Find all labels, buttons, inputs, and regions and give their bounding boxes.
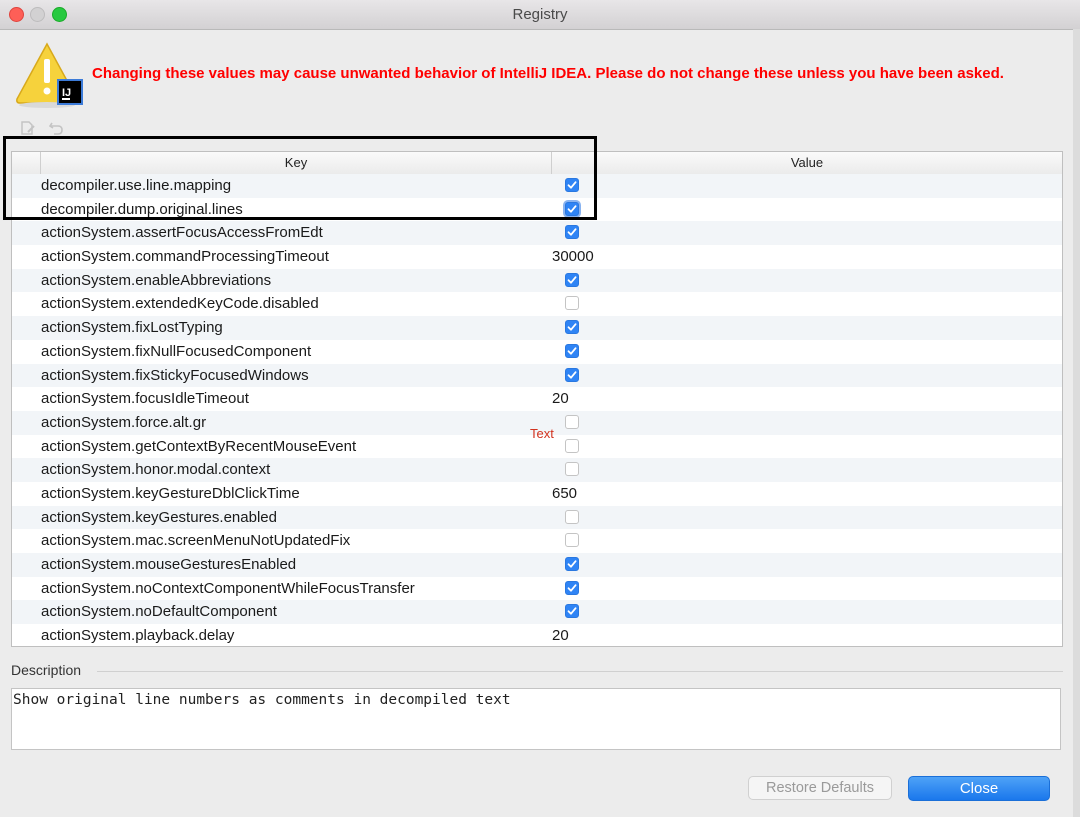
check-icon	[567, 347, 577, 355]
check-icon	[567, 323, 577, 331]
check-icon	[567, 560, 577, 568]
table-row[interactable]: actionSystem.enableAbbreviations	[12, 268, 1062, 293]
description-text: Show original line numbers as comments i…	[11, 688, 1061, 750]
table-body: decompiler.use.line.mapping decompiler.du…	[12, 174, 1062, 646]
description-label: Description	[11, 662, 82, 678]
table-row[interactable]: actionSystem.noDefaultComponent	[12, 600, 1062, 625]
registry-key: actionSystem.honor.modal.context	[41, 461, 271, 479]
check-icon	[567, 228, 577, 236]
checkbox-checked[interactable]	[565, 201, 579, 216]
checkbox-checked[interactable]	[565, 604, 579, 619]
table-row[interactable]: actionSystem.commandProcessingTimeout 300…	[12, 245, 1062, 269]
table-row[interactable]: decompiler.dump.original.lines	[12, 198, 1062, 222]
checkbox-checked[interactable]	[565, 178, 579, 192]
table-row[interactable]: actionSystem.mouseGesturesEnabled	[12, 553, 1062, 577]
table-row[interactable]: actionSystem.focusIdleTimeout 20	[12, 387, 1062, 411]
registry-key: actionSystem.playback.delay	[41, 627, 235, 645]
table-row[interactable]: decompiler.use.line.mapping	[12, 174, 1062, 198]
checkbox-checked[interactable]	[565, 272, 579, 287]
registry-key: actionSystem.focusIdleTimeout	[41, 390, 249, 408]
table-row[interactable]: actionSystem.fixStickyFocusedWindows	[12, 363, 1062, 388]
checkbox-checked[interactable]	[565, 225, 579, 240]
description-separator	[97, 671, 1063, 672]
table-row[interactable]: actionSystem.fixLostTyping	[12, 316, 1062, 340]
registry-key: actionSystem.keyGestureDblClickTime	[41, 484, 300, 502]
checkbox-checked[interactable]	[565, 557, 579, 571]
registry-value[interactable]: 650	[552, 485, 577, 502]
window-title: Registry	[512, 6, 568, 23]
registry-key: actionSystem.enableAbbreviations	[41, 271, 272, 289]
annotation-label: Text	[530, 426, 554, 441]
check-icon	[567, 370, 577, 379]
registry-key: actionSystem.keyGestures.enabled	[41, 508, 277, 526]
warning-icon: IJ	[16, 42, 83, 108]
table-row[interactable]: actionSystem.playback.delay 20	[12, 624, 1062, 646]
registry-value[interactable]: 20	[552, 627, 569, 644]
check-icon	[567, 607, 577, 615]
checkbox-unchecked[interactable]	[565, 296, 579, 311]
title-bar: Registry	[0, 0, 1080, 30]
checkbox-checked[interactable]	[565, 367, 579, 382]
registry-key: actionSystem.fixNullFocusedComponent	[41, 342, 312, 360]
table-row[interactable]: actionSystem.keyGestureDblClickTime 650	[12, 482, 1062, 506]
table-row[interactable]: actionSystem.noContextComponentWhileFocu…	[12, 577, 1062, 601]
edit-icon[interactable]	[20, 120, 36, 136]
registry-key: actionSystem.mac.screenMenuNotUpdatedFix	[41, 532, 351, 550]
revert-icon[interactable]	[48, 120, 64, 136]
check-icon	[567, 583, 577, 592]
table-row[interactable]: actionSystem.mac.screenMenuNotUpdatedFix	[12, 529, 1062, 553]
column-header-key[interactable]: Key	[40, 152, 552, 174]
registry-key: actionSystem.assertFocusAccessFromEdt	[41, 224, 323, 242]
checkbox-unchecked[interactable]	[565, 414, 579, 429]
table-row[interactable]: actionSystem.extendedKeyCode.disabled	[12, 292, 1062, 316]
column-header-value[interactable]: Value	[552, 152, 1062, 174]
table-row[interactable]: actionSystem.fixNullFocusedComponent	[12, 340, 1062, 364]
registry-table[interactable]: Key Value decompiler.use.line.mapping dec…	[11, 151, 1063, 647]
table-row[interactable]: actionSystem.honor.modal.context	[12, 458, 1062, 482]
table-row[interactable]: actionSystem.assertFocusAccessFromEdt	[12, 221, 1062, 246]
svg-text:IJ: IJ	[62, 87, 71, 99]
table-header: Key Value	[12, 152, 1062, 175]
registry-key: actionSystem.commandProcessingTimeout	[41, 248, 329, 266]
registry-value[interactable]: 20	[552, 390, 569, 407]
registry-key: actionSystem.noContextComponentWhileFocu…	[41, 579, 415, 597]
restore-defaults-button[interactable]: Restore Defaults	[748, 776, 892, 800]
checkbox-checked[interactable]	[565, 580, 579, 595]
checkbox-unchecked[interactable]	[565, 509, 579, 524]
registry-value[interactable]: 30000	[552, 248, 594, 265]
check-icon	[567, 181, 577, 189]
registry-key: actionSystem.fixStickyFocusedWindows	[41, 366, 309, 384]
registry-key: actionSystem.noDefaultComponent	[41, 603, 277, 621]
window-edge	[1073, 29, 1080, 817]
registry-key: actionSystem.extendedKeyCode.disabled	[41, 295, 319, 313]
registry-key: actionSystem.getContextByRecentMouseEven…	[41, 437, 357, 455]
close-button[interactable]: Close	[908, 776, 1050, 801]
warning-message: Changing these values may cause unwanted…	[92, 65, 1004, 82]
checkbox-unchecked[interactable]	[565, 533, 579, 548]
registry-key: actionSystem.mouseGesturesEnabled	[41, 556, 297, 573]
checkbox-checked[interactable]	[565, 320, 579, 335]
checkbox-unchecked[interactable]	[565, 438, 579, 453]
check-icon	[567, 204, 577, 213]
registry-key: decompiler.dump.original.lines	[41, 200, 243, 218]
registry-key: actionSystem.force.alt.gr	[41, 413, 207, 431]
checkbox-checked[interactable]	[565, 343, 579, 358]
table-row[interactable]: actionSystem.keyGestures.enabled	[12, 505, 1062, 530]
registry-window: Registry IJ Changing these values may ca…	[0, 0, 1080, 817]
check-icon	[567, 276, 577, 284]
registry-key: actionSystem.fixLostTyping	[41, 319, 223, 337]
checkbox-unchecked[interactable]	[565, 462, 579, 477]
registry-key: decompiler.use.line.mapping	[41, 177, 232, 194]
